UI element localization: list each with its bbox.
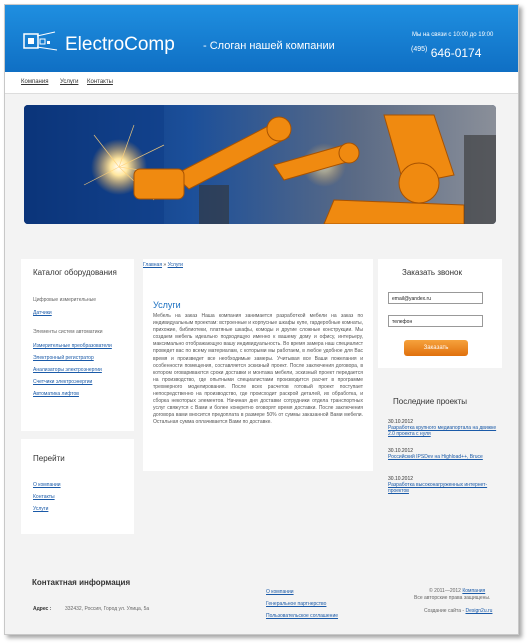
catalog-group-digital: Цифровые измерительные	[33, 297, 96, 303]
top-nav: Компания Услуги Контакты	[5, 72, 518, 94]
nav-item-services[interactable]: Услуги	[60, 79, 78, 85]
breadcrumb: Главная » Услуги	[143, 262, 183, 268]
page-frame: ElectroComp - Слоган нашей компании Мы н…	[4, 4, 519, 635]
industrial-robot-image	[24, 105, 496, 224]
goto-link-contacts[interactable]: Контакты	[33, 494, 55, 500]
address-label: Адрес :	[33, 606, 52, 612]
catalog-link-converters[interactable]: Измерительные преобразователи	[33, 343, 112, 349]
breadcrumb-separator: »	[163, 262, 167, 268]
slogan: - Слоган нашей компании	[203, 40, 335, 52]
copyright-company-link[interactable]: Компания	[462, 588, 485, 594]
catalog-link-recorder[interactable]: Электронный регистратор	[33, 355, 94, 361]
catalog-panel: Каталог оборудования Цифровые измеритель…	[21, 259, 134, 431]
goto-title: Перейти	[33, 454, 65, 463]
goto-link-about[interactable]: О компании	[33, 482, 61, 488]
phone-number: 646-0174	[430, 46, 482, 60]
page-title: Услуги	[153, 300, 181, 310]
catalog-title: Каталог оборудования	[33, 268, 117, 277]
email-field[interactable]: email@yandex.ru	[388, 292, 483, 304]
logo-icon[interactable]	[21, 30, 61, 54]
catalog-link-sensors[interactable]: Датчики	[33, 310, 52, 316]
hero-banner	[24, 105, 496, 224]
breadcrumb-current[interactable]: Услуги	[168, 262, 183, 268]
project-link-1[interactable]: Разработка крупного медиапортала на движ…	[388, 425, 500, 437]
copyright-year: © 2011—2012	[429, 588, 461, 594]
catalog-link-meters[interactable]: Счетчики электроэнергии	[33, 379, 92, 385]
project-link-3[interactable]: Разработка высоконагруженных интернет-пр…	[388, 482, 500, 494]
catalog-link-analyzers[interactable]: Анализаторы электроэнергии	[33, 367, 102, 373]
rights-text: Все авторские права защищены.	[414, 595, 491, 601]
copyright: © 2011—2012 Компания	[429, 588, 485, 594]
content-text: Мебель на заказ Наша компания занимается…	[153, 313, 363, 426]
nav-item-company[interactable]: Компания	[21, 79, 48, 85]
project-link-2[interactable]: Российский IPSDev на Highload++, Bruce	[388, 454, 500, 460]
made-by: Создание сайта - Design2u.ru	[424, 608, 492, 614]
made-by-label: Создание сайта -	[424, 608, 465, 614]
work-hours: Мы на связи с 10:00 до 19:00	[412, 32, 494, 38]
projects-panel: Последние проекты 30.10.2012 Разработка …	[378, 375, 502, 515]
nav-item-contacts[interactable]: Контакты	[87, 79, 113, 85]
site-footer: Контактная информация Адрес : 332432, Ро…	[5, 571, 518, 634]
callback-panel: Заказать звонок email@yandex.ru телефон …	[378, 259, 502, 368]
projects-title: Последние проекты	[393, 397, 468, 406]
logo-text[interactable]: ElectroComp	[65, 34, 175, 56]
footer-link-agreement[interactable]: Пользовательское соглашение	[266, 613, 338, 619]
site-header: ElectroComp - Слоган нашей компании Мы н…	[5, 5, 518, 72]
footer-link-about[interactable]: О компании	[266, 589, 294, 595]
main-content: Главная » Услуги Услуги Мебель на заказ …	[143, 259, 373, 471]
phone-code: (495)	[411, 46, 428, 53]
address-value: 332432, Россия, Город ул. Улица, 5а	[65, 606, 150, 612]
phone-field[interactable]: телефон	[388, 315, 483, 327]
goto-panel: Перейти О компании Контакты Услуги	[21, 439, 134, 534]
breadcrumb-home[interactable]: Главная	[143, 262, 162, 268]
footer-link-partnership[interactable]: Генеральное партнерство	[266, 601, 326, 607]
order-call-button[interactable]: Заказать	[404, 340, 468, 356]
goto-link-services[interactable]: Услуги	[33, 506, 48, 512]
phone-block: (495) 646-0174	[411, 46, 481, 60]
callback-title: Заказать звонок	[402, 268, 462, 277]
footer-title: Контактная информация	[32, 578, 131, 587]
catalog-group-automation: Элементы систем автоматики	[33, 329, 103, 335]
made-by-link[interactable]: Design2u.ru	[465, 608, 492, 614]
catalog-link-elevators[interactable]: Автоматика лифтов	[33, 391, 79, 397]
